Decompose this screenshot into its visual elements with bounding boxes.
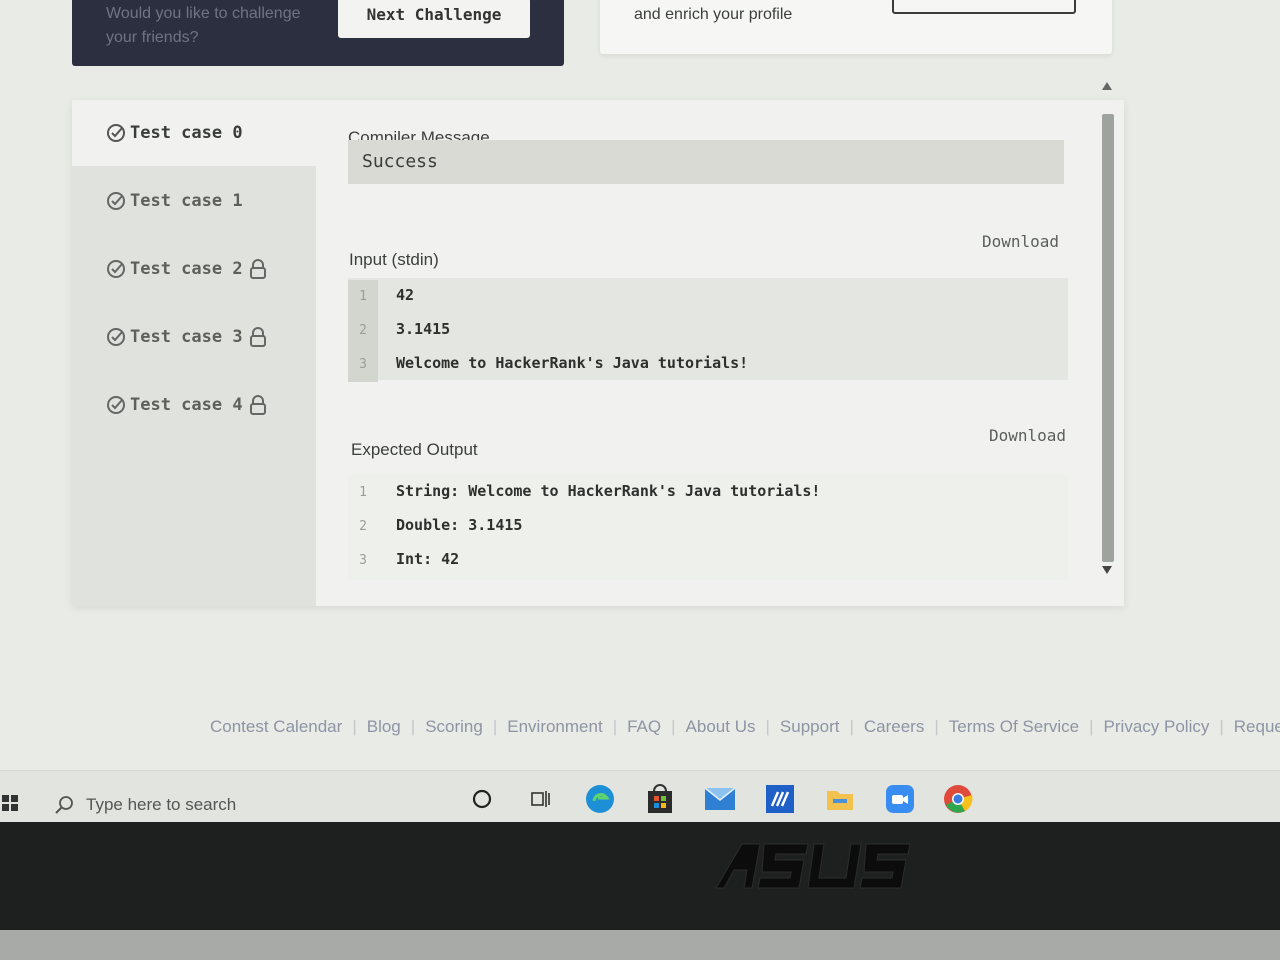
footer-link-privacy[interactable]: Privacy Policy: [1104, 717, 1210, 737]
check-circle-icon: [107, 396, 125, 414]
footer-separator: |: [671, 717, 676, 736]
expected-output-box: 1 String: Welcome to HackerRank's Java tu…: [348, 474, 1068, 580]
footer-link-support[interactable]: Support: [780, 717, 840, 737]
zoom-icon[interactable]: [882, 781, 918, 817]
challenge-friends-text: Would you like to challenge your friends…: [106, 5, 301, 46]
footer-separator: |: [765, 717, 770, 736]
scroll-thumb[interactable]: [1102, 114, 1114, 562]
check-circle-icon: [107, 124, 125, 142]
footer-separator: |: [934, 717, 939, 736]
laptop-edge: [0, 930, 1280, 960]
tab-label: Test case 1: [130, 191, 243, 211]
footer-separator: |: [612, 717, 618, 736]
taskbar-search-box[interactable]: [46, 785, 426, 825]
tab-test-case-0[interactable]: Test case 0: [72, 100, 316, 166]
expected-download-link[interactable]: Download: [989, 426, 1066, 445]
certificate-card: and enrich your profile: [600, 0, 1112, 54]
footer-link-request[interactable]: Reques: [1234, 717, 1280, 737]
code-line: 3 Welcome to HackerRank's Java tutorials!: [348, 346, 1068, 382]
next-challenge-button[interactable]: Next Challenge: [338, 0, 530, 38]
footer-link-about-us[interactable]: About Us: [686, 717, 756, 737]
footer-link-careers[interactable]: Careers: [864, 717, 924, 737]
challenge-friends-card: Would you like to challenge your friends…: [72, 0, 564, 66]
cortana-icon[interactable]: [464, 781, 500, 817]
line-number: 1: [359, 485, 367, 500]
line-number: 1: [348, 280, 378, 314]
line-text: 3.1415: [396, 320, 451, 338]
footer-separator: |: [410, 717, 416, 736]
scroll-down-icon[interactable]: [1102, 566, 1112, 574]
footer-separator: |: [849, 717, 854, 736]
footer-separator: |: [352, 717, 357, 736]
footer-link-terms[interactable]: Terms Of Service: [949, 717, 1079, 737]
tab-test-case-1[interactable]: Test case 1: [72, 168, 316, 234]
windows-start-icon[interactable]: [2, 795, 18, 811]
enrich-profile-text: and enrich your profile: [634, 6, 793, 23]
footer-link-environment[interactable]: Environment: [507, 717, 602, 737]
footer-links: Contest Calendar | Blog | Scoring | Environ…: [210, 712, 1280, 742]
line-text: String: Welcome to HackerRank's Java tut…: [396, 482, 821, 500]
taskbar-search-input[interactable]: [86, 795, 386, 815]
tab-test-case-2[interactable]: Test case 2: [72, 236, 316, 302]
store-icon[interactable]: [642, 781, 678, 817]
footer-link-contest-calendar[interactable]: Contest Calendar: [210, 717, 342, 737]
line-number: 2: [359, 519, 367, 534]
compiler-message-box: Success: [348, 140, 1064, 184]
tab-label: Test case 4: [130, 395, 243, 415]
code-line: 2 Double: 3.1415: [348, 508, 1068, 542]
windows-taskbar: [0, 770, 1280, 830]
lock-icon: [249, 259, 266, 279]
edge-icon[interactable]: [582, 781, 618, 817]
input-label: Input (stdin): [349, 250, 439, 269]
input-code-box: 1 42 2 3.1415 3 Welcome to HackerRank's Jav…: [348, 278, 1068, 382]
check-circle-icon: [107, 192, 125, 210]
check-circle-icon: [107, 260, 125, 278]
footer-link-scoring[interactable]: Scoring: [425, 717, 483, 737]
line-number: 2: [348, 314, 378, 348]
search-icon: [55, 796, 73, 814]
code-line: 2 3.1415: [348, 312, 1068, 348]
footer-link-faq[interactable]: FAQ: [627, 717, 661, 737]
expected-output-label: Expected Output: [351, 440, 478, 459]
line-number: 3: [348, 348, 378, 382]
lock-icon: [249, 327, 266, 347]
asus-logo: [715, 843, 911, 889]
chrome-icon[interactable]: [940, 781, 976, 817]
get-certified-button[interactable]: [892, 0, 1076, 14]
tab-test-case-4[interactable]: Test case 4: [72, 372, 316, 438]
code-line: 3 Int: 42: [348, 542, 1068, 576]
line-text: Welcome to HackerRank's Java tutorials!: [396, 354, 749, 372]
tab-label: Test case 0: [130, 123, 243, 143]
line-number: 3: [359, 553, 367, 568]
task-view-icon[interactable]: [522, 781, 558, 817]
test-case-tabs: Test case 0 Test case 1 Test case 2 Test…: [72, 100, 316, 606]
footer-separator: |: [1089, 717, 1094, 736]
line-text: Int: 42: [396, 550, 460, 568]
code-line: 1 42: [348, 278, 1068, 314]
mail-icon[interactable]: [702, 781, 738, 817]
test-results-panel: Test case 0 Test case 1 Test case 2 Test…: [72, 82, 1124, 606]
scroll-up-icon[interactable]: [1102, 82, 1112, 90]
footer-link-blog[interactable]: Blog: [367, 717, 401, 737]
check-circle-icon: [107, 328, 125, 346]
line-text: 42: [396, 286, 415, 304]
file-explorer-icon[interactable]: [822, 781, 858, 817]
footer-separator: |: [1219, 717, 1224, 736]
lock-icon: [249, 395, 266, 415]
input-download-link[interactable]: Download: [982, 232, 1059, 251]
footer-separator: |: [492, 717, 498, 736]
app-icon[interactable]: [762, 781, 798, 817]
code-line: 1 String: Welcome to HackerRank's Java tu…: [348, 474, 1068, 508]
line-text: Double: 3.1415: [396, 516, 523, 534]
tab-label: Test case 2: [130, 259, 243, 279]
tab-test-case-3[interactable]: Test case 3: [72, 304, 316, 370]
tab-label: Test case 3: [130, 327, 243, 347]
